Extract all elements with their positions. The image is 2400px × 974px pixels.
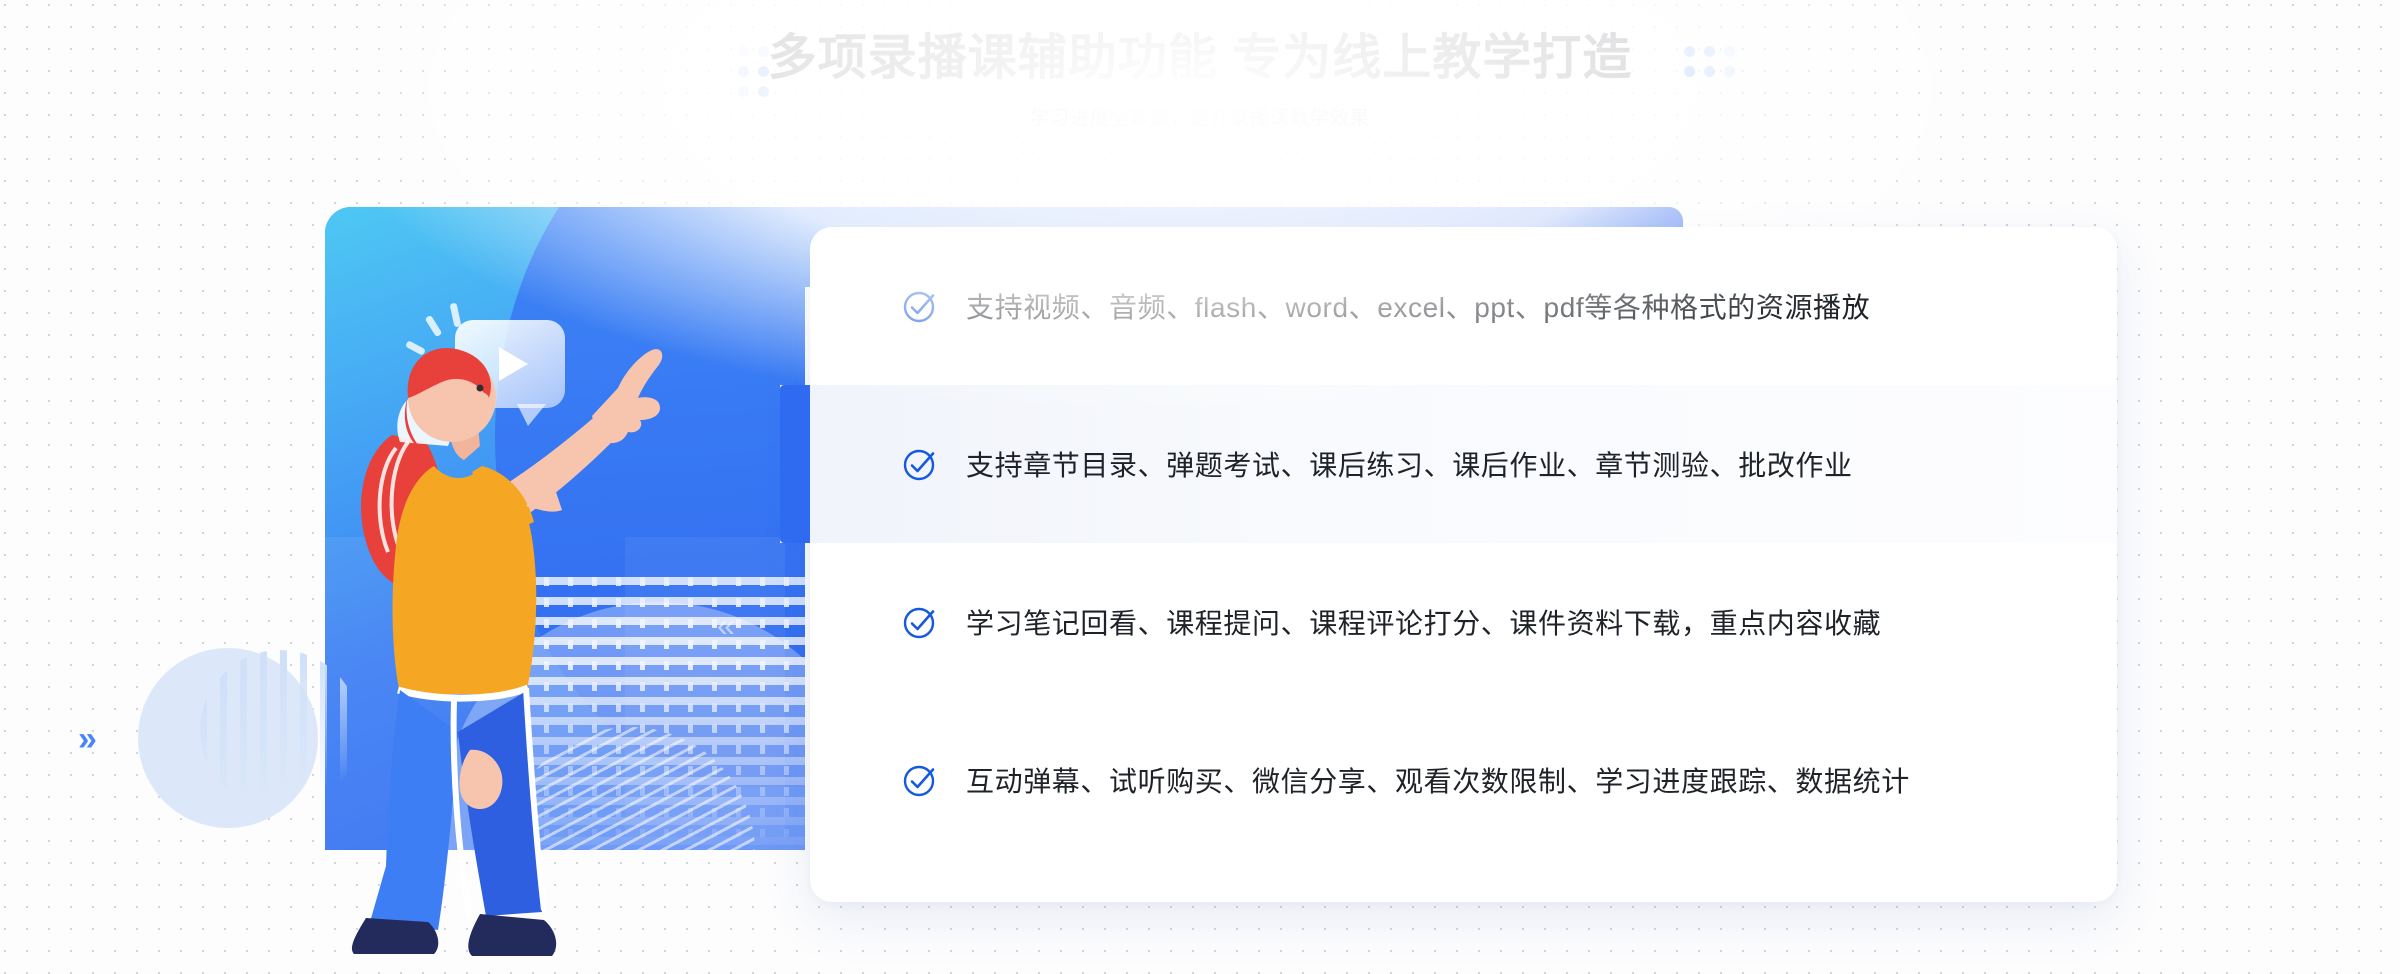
check-circle-icon bbox=[903, 291, 935, 323]
page-title: 多项录播课辅助功能 专为线上教学打造 bbox=[767, 31, 1633, 85]
feature-row[interactable]: 支持章节目录、弹题考试、课后练习、课后作业、章节测验、批改作业 bbox=[780, 385, 2117, 543]
feature-row[interactable]: 支持视频、音频、flash、word、excel、ppt、pdf等各种格式的资源… bbox=[810, 227, 2117, 385]
row-accent-tab bbox=[780, 385, 810, 543]
chevron-left-inner-icon: « bbox=[717, 607, 735, 643]
chevron-right-icon: » bbox=[78, 720, 97, 758]
decorative-dots-left bbox=[738, 46, 769, 97]
decorative-dots-right bbox=[1684, 46, 1735, 77]
check-circle-icon bbox=[903, 607, 935, 639]
person-illustration bbox=[351, 348, 663, 956]
feature-row[interactable]: 学习笔记回看、课程提问、课程评论打分、课件资料下载，重点内容收藏 bbox=[810, 543, 2117, 701]
hand-down-illustration bbox=[459, 749, 503, 810]
page-subtitle: 学习进度全掌握，提升录播课教学效果 bbox=[1029, 108, 1370, 130]
page-root: 多项录播课辅助功能 专为线上教学打造 学习进度全掌握，提升录播课教学效果 « »… bbox=[0, 0, 2400, 974]
feature-text: 互动弹幕、试听购买、微信分享、观看次数限制、学习进度跟踪、数据统计 bbox=[966, 766, 1910, 797]
check-circle-icon bbox=[903, 765, 935, 797]
feature-row[interactable]: 互动弹幕、试听购买、微信分享、观看次数限制、学习进度跟踪、数据统计 bbox=[810, 701, 2117, 859]
header: 多项录播课辅助功能 专为线上教学打造 学习进度全掌握，提升录播课教学效果 bbox=[0, 0, 2400, 130]
feature-text: 支持章节目录、弹题考试、课后练习、课后作业、章节测验、批改作业 bbox=[966, 450, 1853, 481]
check-circle-icon bbox=[903, 449, 935, 481]
feature-card: 支持视频、音频、flash、word、excel、ppt、pdf等各种格式的资源… bbox=[780, 227, 2117, 902]
feature-text: 支持视频、音频、flash、word、excel、ppt、pdf等各种格式的资源… bbox=[966, 292, 1871, 323]
feature-text: 学习笔记回看、课程提问、课程评论打分、课件资料下载，重点内容收藏 bbox=[966, 608, 1882, 639]
decor-striped-circle bbox=[200, 650, 360, 810]
